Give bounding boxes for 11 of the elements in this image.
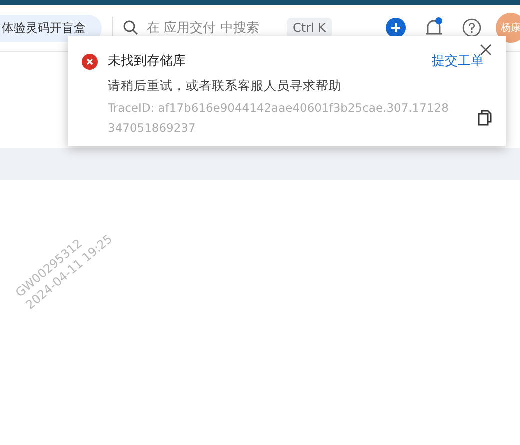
- close-icon[interactable]: [480, 44, 492, 56]
- search-icon: [123, 20, 139, 36]
- copy-icon[interactable]: [478, 110, 492, 126]
- toast-title: 未找到存储库: [108, 53, 186, 70]
- help-icon[interactable]: [462, 18, 482, 38]
- error-icon: [82, 54, 98, 70]
- toast-message: 请稍后重试，或者联系客服人员寻求帮助: [108, 78, 343, 95]
- promo-pill[interactable]: 体验灵码开盲盒: [0, 14, 102, 42]
- submit-ticket-link[interactable]: 提交工单: [432, 52, 484, 70]
- trace-id: TraceID: af17b616e9044142aae40601f3b25cae.307.17128347051869237: [108, 100, 450, 137]
- shortcut-hint: Ctrl K: [287, 18, 332, 38]
